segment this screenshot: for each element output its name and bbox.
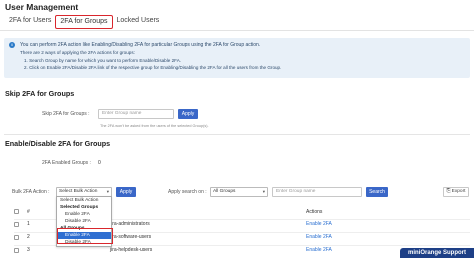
skip-label: Skip 2FA for Groups : [42, 111, 90, 117]
tab-bar: 2FA for Users 2FA for Groups Locked User… [5, 13, 163, 29]
group-search-input[interactable]: Enter Group name [272, 187, 362, 197]
skip-section-title: Skip 2FA for Groups [5, 89, 75, 98]
tab-2fa-for-groups[interactable]: 2FA for Groups [55, 15, 113, 29]
row-checkbox[interactable] [14, 235, 19, 240]
support-button[interactable]: miniOrange Support [400, 248, 474, 258]
divider [4, 134, 470, 135]
enabled-groups-label: 2FA Enabled Groups : [42, 160, 91, 166]
search-on-label: Apply search on : [168, 189, 207, 195]
tabs-divider [0, 30, 474, 31]
group-name: jira-helpdesk-users [110, 247, 153, 253]
dropdown-option-selected-enable-2fa[interactable]: Enable 2FA [57, 211, 111, 218]
bulk-action-dropdown: Select Bulk Action Selected Groups Enabl… [56, 196, 113, 247]
row-number: 1 [27, 221, 30, 227]
bulk-apply-button[interactable]: Apply [116, 187, 136, 197]
enable-2fa-link[interactable]: Enable 2FA [306, 247, 332, 253]
skip-hint: The 2FA won't be asked from the users of… [100, 124, 209, 128]
info-icon: i [9, 42, 15, 48]
select-all-checkbox[interactable] [14, 209, 19, 214]
enable-2fa-link[interactable]: Enable 2FA [306, 221, 332, 227]
column-actions: Actions [306, 209, 323, 215]
bulk-action-selected: Select Bulk Action [59, 189, 98, 194]
bulk-action-label: Bulk 2FA Action : [12, 189, 50, 195]
info-sub-text: There are 2 ways of applying the 2FA act… [20, 50, 135, 55]
export-icon: ⎘ [446, 189, 451, 194]
dropdown-option-all-disable-2fa[interactable]: Disable 2FA [57, 239, 111, 246]
info-step-1: 1. Search Group by name for which you wa… [24, 58, 182, 63]
info-main-text: You can perform 2FA action like Enabling… [20, 42, 261, 48]
search-scope-selected: All Groups [213, 189, 236, 194]
tab-2fa-for-users[interactable]: 2FA for Users [5, 15, 55, 29]
skip-group-input[interactable]: Enter Group name [98, 109, 174, 119]
column-number: # [27, 209, 30, 215]
dropdown-option-select-bulk-action[interactable]: Select Bulk Action [57, 197, 111, 204]
row-checkbox[interactable] [14, 248, 19, 253]
dropdown-option-all-enable-2fa[interactable]: Enable 2FA [57, 232, 111, 239]
row-checkbox[interactable] [14, 222, 19, 227]
skip-apply-button[interactable]: Apply [178, 109, 198, 119]
enable-section-title: Enable/Disable 2FA for Groups [5, 139, 111, 148]
enable-2fa-link[interactable]: Enable 2FA [306, 234, 332, 240]
dropdown-group-selected-groups: Selected Groups [60, 205, 99, 210]
tab-locked-users[interactable]: Locked Users [113, 15, 164, 29]
export-button[interactable]: ⎘ Export [443, 187, 469, 197]
search-scope-select[interactable]: All Groups ▾ [210, 187, 268, 197]
row-number: 2 [27, 234, 30, 240]
chevron-down-icon: ▾ [106, 189, 109, 194]
group-name: jira-administrators [110, 221, 150, 227]
group-name: jira-software-users [110, 234, 152, 240]
search-button[interactable]: Search [366, 187, 388, 197]
page-title: User Management [5, 2, 79, 12]
row-number: 3 [27, 247, 30, 253]
info-panel: i You can perform 2FA action like Enabli… [4, 38, 470, 78]
info-step-2: 2. Click on Enable 2FA/Disable 2FA link … [24, 65, 282, 70]
enabled-groups-count: 0 [98, 160, 101, 166]
export-label: Export [451, 189, 466, 194]
dropdown-group-all-groups: All Groups [60, 226, 85, 231]
chevron-down-icon: ▾ [262, 189, 265, 194]
dropdown-option-selected-disable-2fa[interactable]: Disable 2FA [57, 218, 111, 225]
